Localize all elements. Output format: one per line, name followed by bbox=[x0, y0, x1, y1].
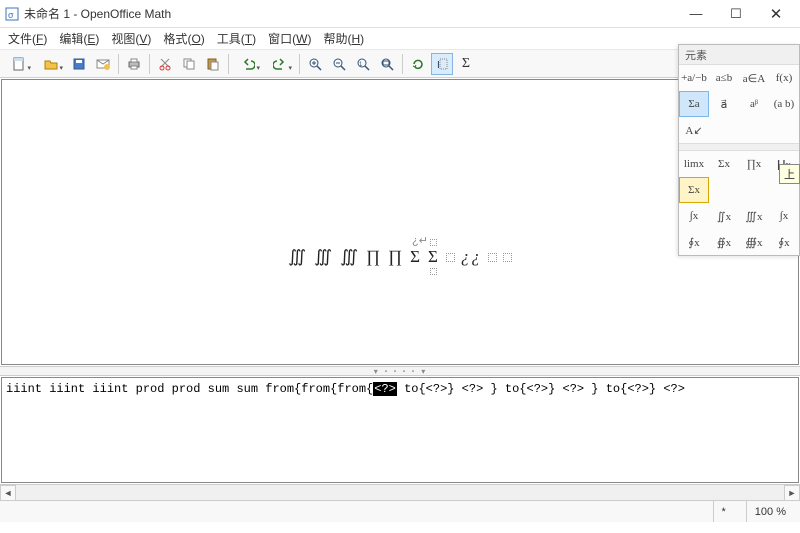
zoom-fit-button[interactable] bbox=[376, 53, 398, 75]
zoom-in-button[interactable] bbox=[304, 53, 326, 75]
op-int-fromto[interactable]: ∫x bbox=[769, 203, 799, 229]
menu-edit[interactable]: 编辑(E) bbox=[55, 28, 103, 49]
maximize-button[interactable]: ☐ bbox=[716, 0, 756, 28]
redo-button[interactable] bbox=[265, 53, 295, 75]
op-oint-fromto[interactable]: ∮x bbox=[769, 229, 799, 255]
separator bbox=[299, 54, 300, 74]
op-sum[interactable]: Σx bbox=[709, 151, 739, 177]
menu-tools[interactable]: 工具(T) bbox=[213, 28, 260, 49]
cat-set[interactable]: a∈A bbox=[739, 65, 769, 91]
copy-button[interactable] bbox=[178, 53, 200, 75]
separator bbox=[228, 54, 229, 74]
op-sum-fromto[interactable]: Σx bbox=[679, 177, 709, 203]
placeholder-icon bbox=[503, 253, 512, 262]
op-int[interactable]: ∫x bbox=[679, 203, 709, 229]
op-prod[interactable]: ∏x bbox=[739, 151, 769, 177]
command-editor[interactable]: iiint iiint iiint prod prod sum sum from… bbox=[1, 377, 799, 483]
op-lim[interactable]: limx bbox=[679, 151, 709, 177]
elements-palette[interactable]: 元素 +a/−b a≤b a∈A f(x) Σa a⃗ aᵝ (a b) A↙ … bbox=[678, 44, 800, 256]
cat-others[interactable]: aᵝ bbox=[739, 91, 769, 117]
separator bbox=[149, 54, 150, 74]
window-title: 未命名 1 - OpenOffice Math bbox=[24, 5, 676, 22]
cat-unary[interactable]: +a/−b bbox=[679, 65, 709, 91]
zoom-out-button[interactable] bbox=[328, 53, 350, 75]
paste-button[interactable] bbox=[202, 53, 224, 75]
menu-window[interactable]: 窗口(W) bbox=[264, 28, 315, 49]
zoom-level[interactable]: 100 % bbox=[746, 501, 794, 522]
line-break-marker: ¿↵ bbox=[412, 234, 428, 247]
app-icon: σ bbox=[4, 6, 20, 22]
cat-operators[interactable]: Σa bbox=[679, 91, 709, 117]
pane-splitter[interactable]: ▾ ・・・・ ▾ bbox=[0, 366, 800, 376]
placeholder-icon bbox=[446, 253, 455, 262]
op-oiint[interactable]: ∯x bbox=[709, 229, 739, 255]
menu-view[interactable]: 视图(V) bbox=[107, 28, 155, 49]
op-oiiint[interactable]: ∰x bbox=[739, 229, 769, 255]
menu-file[interactable]: 文件(F) bbox=[4, 28, 51, 49]
rendered-formula: ∭ ∭ ∭ ∏ ∏ Σ Σ ¿¿ bbox=[288, 247, 512, 267]
op-iiint[interactable]: ∭x bbox=[739, 203, 769, 229]
cat-relations[interactable]: a≤b bbox=[709, 65, 739, 91]
save-button[interactable] bbox=[68, 53, 90, 75]
horizontal-scrollbar[interactable]: ◄ ► bbox=[0, 484, 800, 500]
open-button[interactable] bbox=[36, 53, 66, 75]
close-button[interactable]: ✕ bbox=[756, 0, 796, 28]
cat-empty bbox=[769, 117, 799, 143]
cat-attributes[interactable]: a⃗ bbox=[709, 91, 739, 117]
cut-button[interactable] bbox=[154, 53, 176, 75]
op-iint[interactable]: ∬x bbox=[709, 203, 739, 229]
status-bar: * 100 % bbox=[0, 500, 800, 522]
separator bbox=[118, 54, 119, 74]
new-button[interactable] bbox=[4, 53, 34, 75]
menu-format[interactable]: 格式(O) bbox=[159, 28, 208, 49]
editor-selection: <?> bbox=[373, 382, 397, 396]
zoom-100-button[interactable]: 1 bbox=[352, 53, 374, 75]
cat-empty bbox=[739, 117, 769, 143]
palette-title: 元素 bbox=[679, 45, 799, 65]
palette-separator bbox=[679, 143, 799, 151]
cat-formats[interactable]: A↙ bbox=[679, 117, 709, 143]
op-empty bbox=[739, 177, 769, 203]
svg-text:σ: σ bbox=[8, 10, 14, 20]
formula-cursor-button[interactable]: I bbox=[431, 53, 453, 75]
cat-empty bbox=[709, 117, 739, 143]
title-bar: σ 未命名 1 - OpenOffice Math — ☐ ✕ bbox=[0, 0, 800, 28]
menu-help[interactable]: 帮助(H) bbox=[319, 28, 368, 49]
scroll-right-icon[interactable]: ► bbox=[784, 485, 800, 501]
op-empty bbox=[709, 177, 739, 203]
elements-button[interactable]: Σ bbox=[455, 53, 477, 75]
palette-categories: +a/−b a≤b a∈A f(x) Σa a⃗ aᵝ (a b) A↙ bbox=[679, 65, 799, 143]
op-oint[interactable]: ∮x bbox=[679, 229, 709, 255]
modified-indicator: * bbox=[713, 501, 734, 522]
svg-text:I: I bbox=[437, 60, 440, 71]
tooltip: 上 bbox=[779, 164, 800, 184]
placeholder-icon bbox=[488, 253, 497, 262]
cat-brackets[interactable]: (a b) bbox=[769, 91, 799, 117]
minimize-button[interactable]: — bbox=[676, 0, 716, 28]
mail-button[interactable] bbox=[92, 53, 114, 75]
scroll-left-icon[interactable]: ◄ bbox=[0, 485, 16, 501]
grip-icon: ▾ ・・・・ ▾ bbox=[374, 366, 426, 377]
scroll-track[interactable] bbox=[16, 485, 784, 500]
separator bbox=[402, 54, 403, 74]
cat-functions[interactable]: f(x) bbox=[769, 65, 799, 91]
refresh-button[interactable] bbox=[407, 53, 429, 75]
undo-button[interactable] bbox=[233, 53, 263, 75]
print-button[interactable] bbox=[123, 53, 145, 75]
